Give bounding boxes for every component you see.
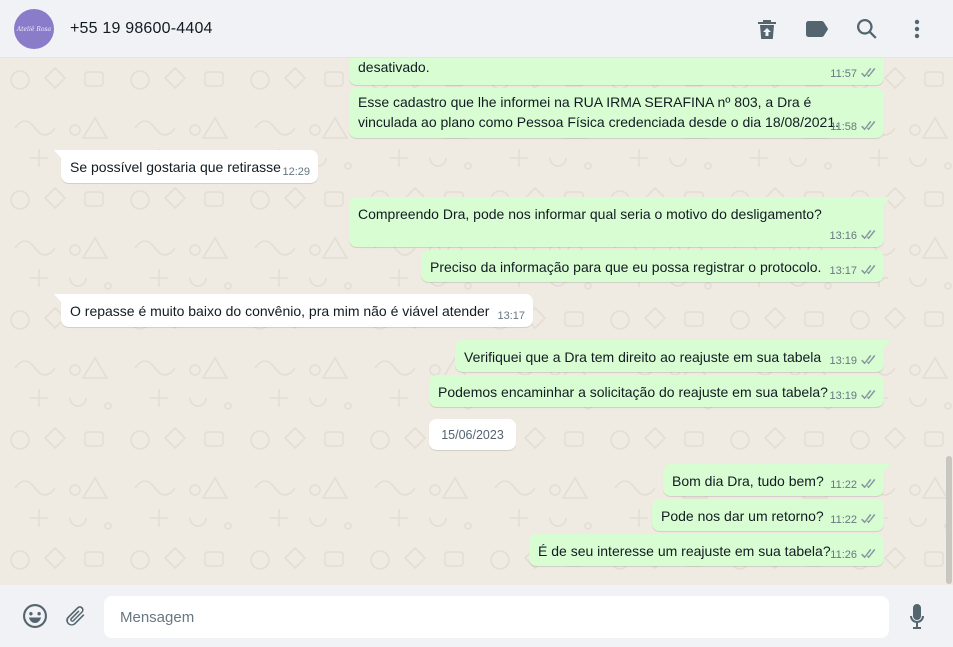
delete-icon[interactable] xyxy=(754,16,780,42)
avatar[interactable]: Ateliê Rosa xyxy=(14,9,54,49)
message-meta: 13:16 xyxy=(829,229,876,244)
message-text: É de seu interesse um reajuste em sua ta… xyxy=(538,543,831,559)
message-incoming[interactable]: Se possível gostaria que retirasse 12:29 xyxy=(54,150,318,183)
read-receipt-icon xyxy=(860,514,876,525)
message-time: 13:16 xyxy=(829,230,857,242)
message-text: Podemos encaminhar a solicitação do reaj… xyxy=(438,384,828,400)
composer-bar xyxy=(0,585,953,647)
search-icon[interactable] xyxy=(854,16,880,42)
avatar-logo-text: Ateliê Rosa xyxy=(16,25,52,33)
message-meta: 12:29 xyxy=(282,165,310,180)
message-time: 11:22 xyxy=(830,479,857,491)
message-meta: 11:22 xyxy=(830,478,876,493)
read-receipt-icon xyxy=(860,549,876,560)
whatsapp-chat-window: Ateliê Rosa +55 19 98600-4404 desativado… xyxy=(0,0,953,647)
message-outgoing[interactable]: É de seu interesse um reajuste em sua ta… xyxy=(529,534,884,566)
message-outgoing[interactable]: Compreendo Dra, pode nos informar qual s… xyxy=(349,197,891,247)
read-receipt-icon xyxy=(860,230,876,241)
message-text: Se possível gostaria que retirasse xyxy=(70,159,281,175)
emoji-icon[interactable] xyxy=(21,602,49,630)
attach-icon[interactable] xyxy=(62,602,90,630)
message-time: 11:22 xyxy=(830,514,857,526)
read-receipt-icon xyxy=(860,479,876,490)
message-outgoing[interactable]: Preciso da informação para que eu possa … xyxy=(421,250,884,282)
message-text: Compreendo Dra, pode nos informar qual s… xyxy=(358,206,822,222)
message-text: Esse cadastro que lhe informei na RUA IR… xyxy=(358,94,839,130)
date-separator: 15/06/2023 xyxy=(429,419,516,450)
message-outgoing[interactable]: Esse cadastro que lhe informei na RUA IR… xyxy=(349,88,884,138)
message-outgoing[interactable]: desativado. 11:57 xyxy=(349,58,884,85)
message-meta: 11:26 xyxy=(830,548,876,563)
message-meta: 13:17 xyxy=(497,309,525,324)
message-time: 13:17 xyxy=(829,265,857,277)
read-receipt-icon xyxy=(860,355,876,366)
message-time: 13:19 xyxy=(829,390,857,402)
message-meta: 13:17 xyxy=(829,264,876,279)
message-time: 13:19 xyxy=(829,355,857,367)
chat-header: Ateliê Rosa +55 19 98600-4404 xyxy=(0,0,953,58)
read-receipt-icon xyxy=(860,68,876,79)
message-meta: 11:58 xyxy=(830,120,876,135)
more-vertical-icon[interactable] xyxy=(904,16,930,42)
microphone-icon[interactable] xyxy=(903,602,931,630)
message-meta: 11:57 xyxy=(830,67,876,82)
read-receipt-icon xyxy=(860,265,876,276)
chat-scrollbar[interactable] xyxy=(946,456,952,584)
message-outgoing[interactable]: Bom dia Dra, tudo bem? 11:22 xyxy=(663,464,891,496)
message-input[interactable] xyxy=(104,596,889,638)
message-time: 13:17 xyxy=(497,310,525,322)
message-outgoing[interactable]: Verifiquei que a Dra tem direito ao reaj… xyxy=(455,340,891,372)
message-meta: 13:19 xyxy=(829,389,876,404)
contact-name[interactable]: +55 19 98600-4404 xyxy=(70,20,213,38)
message-text: Preciso da informação para que eu possa … xyxy=(430,259,822,275)
message-meta: 13:19 xyxy=(829,354,876,369)
message-time: 11:58 xyxy=(830,121,857,133)
message-incoming[interactable]: O repasse é muito baixo do convênio, pra… xyxy=(54,294,533,327)
read-receipt-icon xyxy=(860,390,876,401)
message-text: Bom dia Dra, tudo bem? xyxy=(672,473,824,489)
message-time: 11:26 xyxy=(830,549,857,561)
message-outgoing[interactable]: Podemos encaminhar a solicitação do reaj… xyxy=(429,375,884,407)
read-receipt-icon xyxy=(860,121,876,132)
message-meta: 11:22 xyxy=(830,513,876,528)
message-text: desativado. xyxy=(358,59,430,75)
message-text: Verifiquei que a Dra tem direito ao reaj… xyxy=(464,349,822,365)
message-time: 12:29 xyxy=(282,166,310,178)
message-list[interactable]: desativado. 11:57 Esse cadastro que lhe … xyxy=(0,58,953,585)
label-icon[interactable] xyxy=(804,16,830,42)
message-outgoing[interactable]: Pode nos dar um retorno? 11:22 xyxy=(652,499,884,531)
message-text: O repasse é muito baixo do convênio, pra… xyxy=(70,303,490,319)
message-text: Pode nos dar um retorno? xyxy=(661,508,824,524)
message-time: 11:57 xyxy=(830,68,857,80)
